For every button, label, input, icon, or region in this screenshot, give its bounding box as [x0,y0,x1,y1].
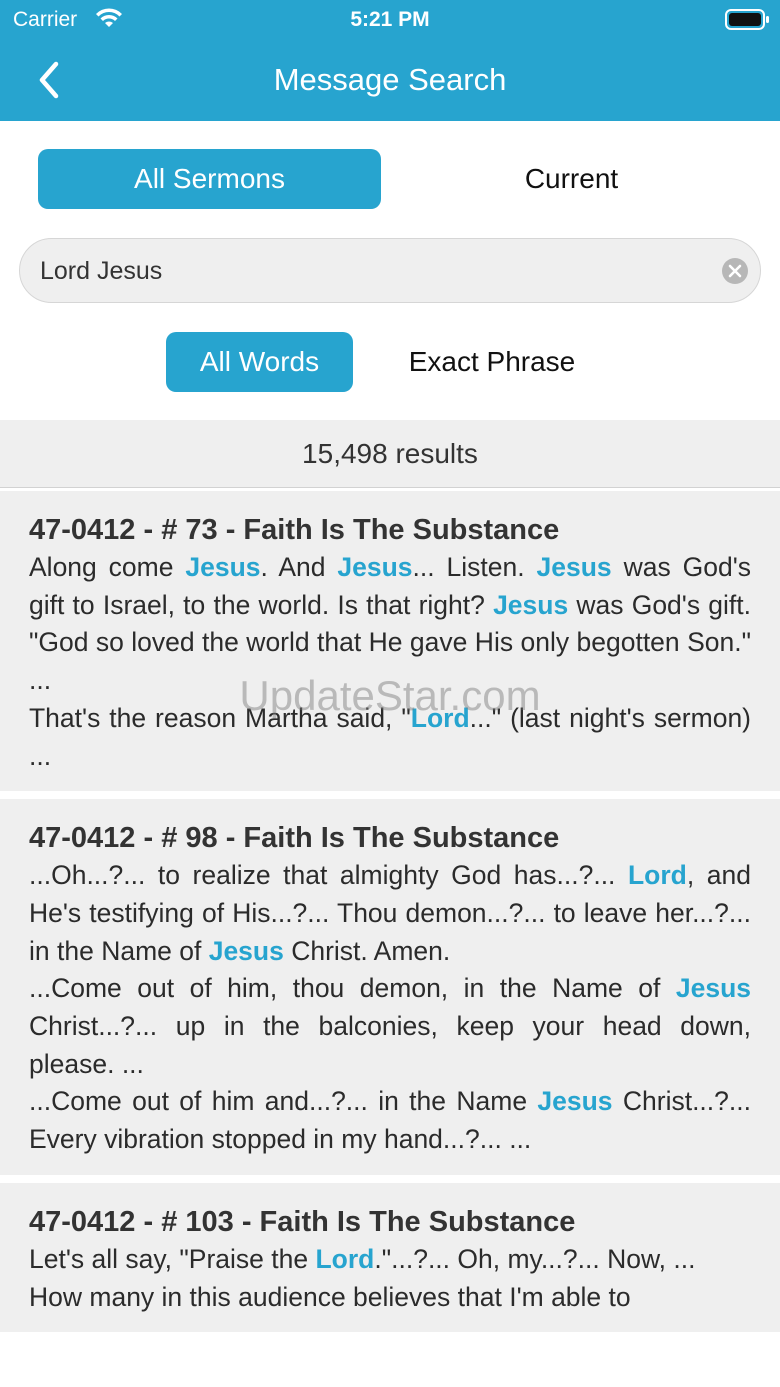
result-card[interactable]: 47-0412 - # 98 - Faith Is The Substance.… [0,799,780,1175]
snippet-text: ...Oh...?... to realize that almighty Go… [29,860,628,891]
snippet-text: Let's all say, "Praise the [29,1243,316,1274]
tab-current[interactable]: Current [400,149,743,209]
status-bar: Carrier 5:21 PM [0,0,780,40]
result-title: 47-0412 - # 73 - Faith Is The Substance [29,514,560,546]
result-snippet: ...Oh...?... to realize that almighty Go… [29,857,751,970]
results-count: 15,498 results [0,420,780,488]
tab-exact-phrase[interactable]: Exact Phrase [380,332,604,392]
battery-icon [725,9,769,30]
snippet-text: Christ. Amen. [283,935,451,966]
highlighted-term: Jesus [493,589,569,620]
snippet-text: That's the reason Martha said, " [29,702,411,733]
result-title: 47-0412 - # 98 - Faith Is The Substance [29,822,560,855]
tab-all-sermons[interactable]: All Sermons [38,149,381,209]
snippet-text: Along come [29,552,186,582]
result-snippet: ...Come out of him, thou demon, in the N… [29,970,751,1083]
search-input[interactable]: Lord Jesus [40,257,162,286]
highlighted-term: Lord [315,1243,375,1274]
result-card[interactable]: 47-0412 - # 73 - Faith Is The Substance A… [0,491,780,792]
highlighted-term: Jesus [208,935,284,966]
result-snippet: ...Come out of him and...?... in the Nam… [29,1083,751,1158]
clock: 5:21 PM [350,8,430,31]
result-card[interactable]: 47-0412 - # 103 - Faith Is The Substance… [0,1182,780,1333]
highlighted-term: Lord [410,702,470,733]
result-title: 47-0412 - # 103 - Faith Is The Substance [29,1205,576,1238]
result-snippet: How many in this audience believes that … [29,1279,751,1317]
result-snippet: Let's all say, "Praise the Lord."...?...… [29,1241,751,1279]
snippet-text: . And [260,552,338,582]
page-title: Message Search [273,62,507,97]
snippet-text: Christ...?... up in the balconies, keep … [29,1011,751,1079]
clear-circle-icon[interactable] [721,257,749,285]
tab-all-words[interactable]: All Words [166,332,353,392]
results-list[interactable]: 47-0412 - # 73 - Faith Is The Substance A… [0,491,780,1387]
highlighted-term: Jesus [675,973,751,1004]
highlighted-term: Lord [627,860,687,891]
snippet-text: ...Come out of him, thou demon, in the N… [29,973,676,1004]
snippet-text: ."...?... Oh, my...?... Now, ... [374,1243,696,1274]
navigation-header: Carrier 5:21 PM Message Search [0,0,780,121]
snippet-text: How many in this audience believes that … [29,1281,631,1312]
search-field[interactable]: Lord Jesus [19,238,761,303]
result-snippet: That's the reason Martha said, "Lord..."… [29,700,751,775]
highlighted-term: Jesus [536,552,612,582]
result-snippet: Along come Jesus. And Jesus... Listen. J… [29,549,751,700]
snippet-text: ... Listen. [412,552,537,582]
highlighted-term: Jesus [337,552,413,582]
highlighted-term: Jesus [185,552,261,582]
highlighted-term: Jesus [537,1086,613,1117]
snippet-text: ...Come out of him and...?... in the Nam… [29,1086,538,1117]
